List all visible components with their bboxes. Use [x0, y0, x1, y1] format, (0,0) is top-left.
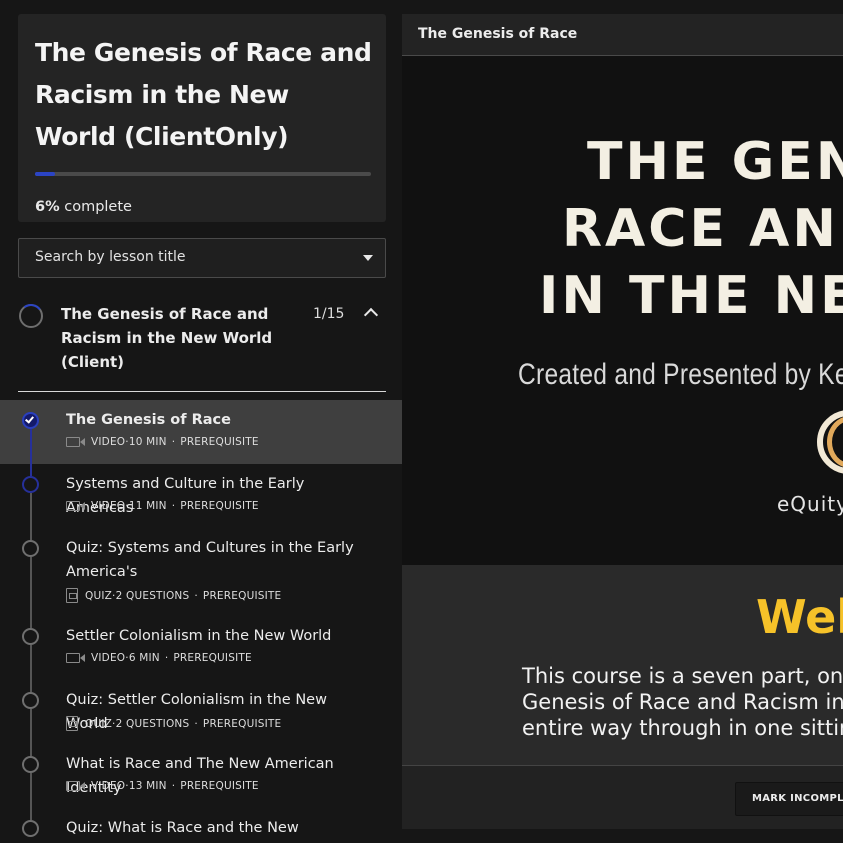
video-camera-icon	[66, 437, 85, 447]
lesson-title: Quiz: What is Race and the New American	[66, 820, 299, 836]
lesson-type: VIDEO	[91, 436, 126, 448]
mark-incomplete-button[interactable]: MARK INCOMPLETE	[735, 782, 843, 816]
meta-separator: ·	[194, 589, 198, 602]
video-player[interactable]: THE GEN RACE AN IN THE NE Created and Pr…	[402, 56, 843, 565]
lesson-title: The Genesis of Race	[418, 26, 578, 42]
lesson-search-dropdown[interactable]: Search by lesson title	[18, 238, 386, 278]
lesson-item[interactable]: Systems and Culture in the Early America…	[0, 464, 402, 540]
welcome-heading: Welc	[756, 590, 843, 644]
progress-ring-icon	[19, 304, 43, 328]
lesson-content: The Genesis of Race THE GEN RACE AN IN T…	[402, 14, 843, 829]
progress-suffix: complete	[64, 199, 132, 215]
quiz-icon	[66, 588, 78, 603]
chevron-up-icon[interactable]	[363, 307, 379, 323]
section-lesson-count: 1/15	[313, 306, 345, 322]
lesson-duration: 2 QUESTIONS	[115, 717, 190, 730]
quiz-icon	[66, 716, 78, 731]
meta-separator: ·	[194, 717, 198, 730]
description-line-3: entire way through in one sitting	[522, 716, 843, 740]
section-title: The Genesis of Race and Racism in the Ne…	[61, 305, 273, 371]
lesson-status-icon	[22, 820, 39, 837]
prerequisite-tag: PREREQUISITE	[180, 780, 259, 792]
lesson-item[interactable]: Quiz: What is Race and the New American	[0, 808, 402, 843]
lesson-item[interactable]: Settler Colonialism in the New World VIDE…	[0, 616, 402, 692]
lesson-title: The Genesis of Race	[66, 412, 231, 428]
meta-separator: ·	[171, 780, 176, 792]
logo-text: eQuity	[777, 492, 843, 516]
lesson-title: Quiz: Systems and Cultures in the Early …	[66, 540, 354, 580]
course-progress-bar	[35, 172, 371, 176]
content-header: The Genesis of Race	[402, 14, 843, 56]
course-header-card: The Genesis of Race and Racism in the Ne…	[18, 14, 386, 222]
course-progress-fill	[35, 172, 56, 176]
lesson-meta: VIDEO · 13 MIN · PREREQUISITE	[66, 780, 259, 792]
lesson-item[interactable]: Quiz: Systems and Cultures in the Early …	[0, 528, 402, 628]
lesson-type: QUIZ	[85, 589, 113, 602]
caret-down-icon	[363, 255, 373, 261]
lesson-title: What is Race and The New American Identi…	[66, 756, 334, 796]
description-line-2: Genesis of Race and Racism in th	[522, 690, 843, 714]
search-label: Search by lesson title	[35, 249, 186, 265]
prerequisite-tag: PREREQUISITE	[180, 436, 259, 448]
video-title-line-1: THE GEN	[587, 132, 843, 192]
video-camera-icon	[66, 501, 85, 511]
lesson-meta: QUIZ · 2 QUESTIONS · PREREQUISITE	[66, 716, 281, 731]
meta-separator: ·	[171, 436, 176, 448]
video-camera-icon	[66, 653, 85, 663]
prerequisite-tag: PREREQUISITE	[202, 589, 282, 602]
lesson-duration: 13 MIN	[128, 780, 167, 792]
lesson-type: VIDEO	[91, 780, 126, 792]
lesson-status-icon	[22, 756, 39, 773]
description-line-1: This course is a seven part, one h	[522, 664, 843, 688]
lesson-item[interactable]: The Genesis of Race VIDEO · 10 MIN · PREREQ…	[0, 400, 402, 476]
lesson-title: Settler Colonialism in the New World	[66, 628, 332, 644]
lesson-status-icon	[22, 692, 39, 709]
prerequisite-tag: PREREQUISITE	[173, 652, 252, 664]
checkmark-icon	[25, 414, 34, 424]
lesson-meta: VIDEO · 11 MIN · PREREQUISITE	[66, 500, 259, 512]
lesson-title: Systems and Culture in the Early America…	[66, 476, 305, 516]
completed-check-icon	[22, 412, 39, 429]
progress-percent: 6%	[35, 199, 60, 215]
course-sidebar: The Genesis of Race and Racism in the Ne…	[0, 0, 402, 843]
prerequisite-tag: PREREQUISITE	[202, 717, 282, 730]
lesson-type: VIDEO	[91, 500, 126, 512]
progress-text: 6% complete	[35, 199, 132, 215]
lesson-type: QUIZ	[85, 717, 113, 730]
lesson-meta: VIDEO · 6 MIN · PREREQUISITE	[66, 652, 252, 664]
lesson-duration: 6 MIN	[128, 652, 160, 664]
lesson-item[interactable]: Quiz: Settler Colonialism in the New Wor…	[0, 680, 402, 756]
lesson-footer: MARK INCOMPLETE	[402, 765, 843, 829]
meta-separator: ·	[171, 500, 176, 512]
mark-incomplete-label: MARK INCOMPLETE	[752, 793, 843, 804]
video-title-line-3: IN THE NE	[539, 266, 843, 326]
lesson-duration: 11 MIN	[128, 500, 167, 512]
meta-separator: ·	[164, 652, 169, 664]
prerequisite-tag: PREREQUISITE	[180, 500, 259, 512]
lesson-type: VIDEO	[91, 652, 126, 664]
lesson-description: This course is a seven part, one h Genes…	[522, 663, 843, 741]
lesson-item[interactable]: What is Race and The New American Identi…	[0, 744, 402, 820]
lesson-meta: QUIZ · 2 QUESTIONS · PREREQUISITE	[66, 588, 281, 603]
lesson-status-icon	[22, 628, 39, 645]
lesson-status-icon	[22, 476, 39, 493]
lesson-status-icon	[22, 540, 39, 557]
video-title-line-2: RACE AN	[562, 199, 839, 259]
course-title: The Genesis of Race and Racism in the Ne…	[35, 38, 372, 151]
lesson-body: Welc This course is a seven part, one h …	[402, 565, 843, 765]
lesson-duration: 2 QUESTIONS	[115, 589, 190, 602]
section-header[interactable]: The Genesis of Race and Racism in the Ne…	[18, 298, 386, 392]
video-subtitle: Created and Presented by Ke	[518, 358, 843, 391]
lesson-duration: 10 MIN	[128, 436, 167, 448]
lesson-meta: VIDEO · 10 MIN · PREREQUISITE	[66, 436, 259, 448]
video-camera-icon	[66, 781, 85, 791]
